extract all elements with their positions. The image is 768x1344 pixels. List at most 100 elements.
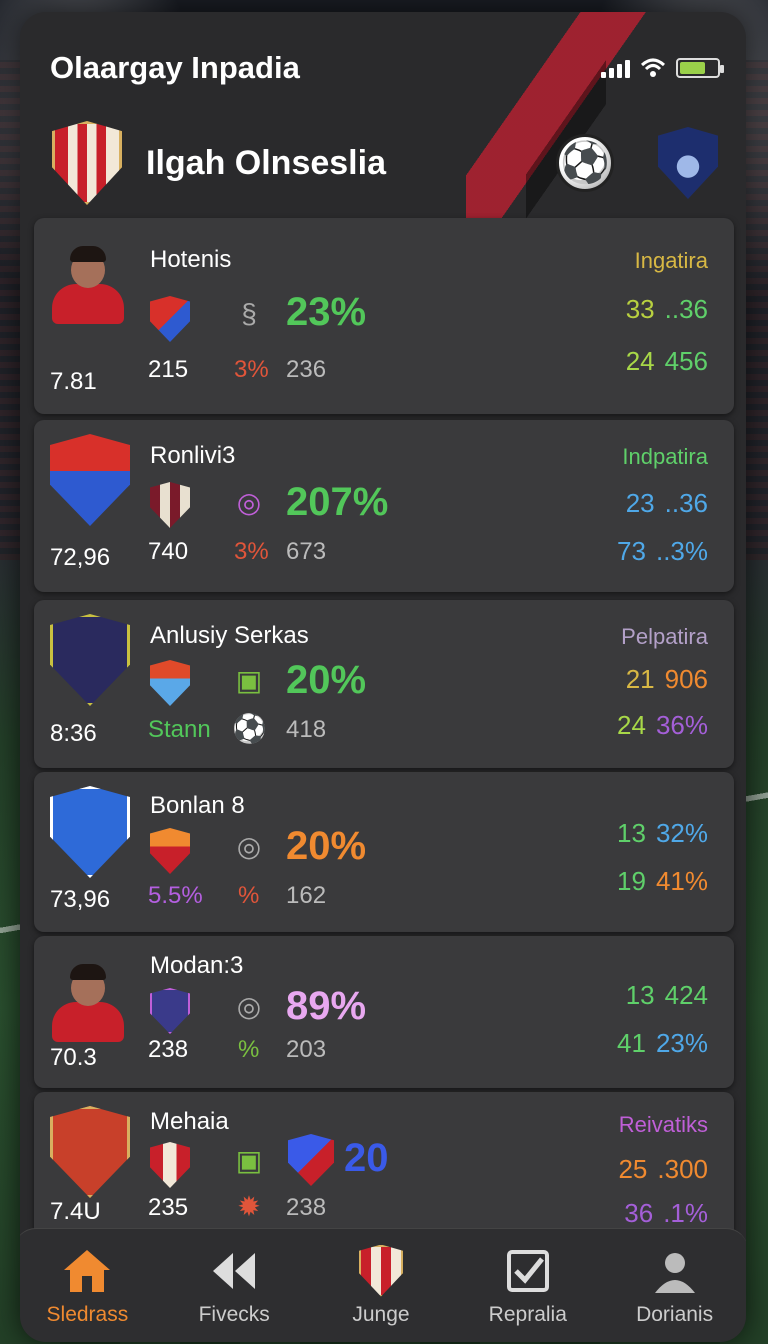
right-stat-a: 36 bbox=[624, 1198, 654, 1228]
home-icon bbox=[62, 1247, 112, 1295]
right-stat-b: ..36 bbox=[664, 294, 708, 324]
stat-value-1: Stann bbox=[148, 716, 211, 743]
nav-item-sledrass[interactable]: Sledrass bbox=[20, 1247, 157, 1327]
nav-item-fivecks[interactable]: Fivecks bbox=[164, 1247, 304, 1327]
player-card[interactable]: 72,96 Ronlivi3 ◎ 207% 740 3% 673 Indpati… bbox=[34, 420, 734, 592]
status-bar: Olaargay Inpadia bbox=[50, 48, 724, 88]
right-stat-row: 21 906 bbox=[626, 664, 708, 695]
stat-value-3: 236 bbox=[286, 356, 327, 383]
stat-percentage: 207% bbox=[286, 480, 389, 524]
stat-icon: § bbox=[241, 298, 257, 329]
right-stat-row: 25 .300 bbox=[618, 1154, 708, 1185]
right-stat-row: 13 32% bbox=[617, 818, 708, 849]
right-stat-a: 23 bbox=[625, 488, 655, 518]
club-badge-icon bbox=[150, 1142, 190, 1188]
club-badge-icon bbox=[150, 660, 190, 706]
stat-value-2: % bbox=[238, 882, 260, 909]
player-name: Bonlan 8 bbox=[150, 792, 245, 819]
right-stat-row: 24 36% bbox=[617, 710, 708, 741]
right-stat-b: ..3% bbox=[655, 536, 708, 566]
stat-icon: ◎ bbox=[236, 991, 262, 1022]
player-avatar bbox=[50, 786, 130, 878]
right-stat-a: 25 bbox=[618, 1154, 648, 1184]
right-stat-row: 41 23% bbox=[617, 1028, 708, 1059]
nav-item-dorianis[interactable]: Dorianis bbox=[605, 1247, 745, 1327]
club-badge-icon bbox=[150, 296, 190, 342]
stat-icon: ◎ bbox=[236, 831, 262, 862]
right-stat-b: .300 bbox=[657, 1154, 708, 1184]
player-avatar bbox=[48, 950, 132, 1042]
right-stat-b: .1% bbox=[663, 1198, 708, 1228]
player-card[interactable]: 7.81 Hotenis § 23% 215 3% 236 Ingatira 3… bbox=[34, 218, 734, 414]
wifi-icon bbox=[640, 58, 666, 77]
player-name: Anlusiy Serkas bbox=[150, 622, 309, 649]
right-stat-row: 23 ..36 bbox=[626, 488, 708, 519]
stat-percentage: 20% bbox=[286, 658, 367, 702]
football-icon: ⚽ bbox=[232, 713, 267, 744]
stat-value-2: % bbox=[238, 1036, 260, 1063]
rewind-icon bbox=[211, 1247, 257, 1295]
player-rating: 7.81 bbox=[50, 368, 97, 395]
user-icon bbox=[653, 1247, 697, 1295]
stat-percentage: 20 bbox=[344, 1136, 389, 1180]
stat-value-1: 215 bbox=[148, 356, 189, 383]
right-stat-a: 19 bbox=[617, 866, 646, 896]
player-name: Mehaia bbox=[150, 1108, 229, 1135]
nav-item-repralia[interactable]: Repralia bbox=[458, 1247, 598, 1327]
club-crest-icon bbox=[358, 1244, 403, 1297]
stat-value-1: 5.5% bbox=[148, 882, 203, 909]
bottom-navigation: Sledrass Fivecks Junge Repralia Dorianis bbox=[20, 1228, 746, 1342]
right-stat-b: 424 bbox=[664, 980, 708, 1010]
right-stat-a: 21 bbox=[625, 664, 655, 694]
right-stat-row: 13 424 bbox=[626, 980, 708, 1011]
right-stat-b: 23% bbox=[655, 1028, 708, 1058]
stat-value-1: 238 bbox=[148, 1036, 189, 1063]
right-stat-b: ..36 bbox=[664, 488, 708, 518]
player-name: Modan:3 bbox=[150, 952, 244, 979]
app-window: Olaargay Inpadia Ilgah Olnseslia ⚽ 7.81 … bbox=[20, 12, 746, 1342]
stat-value-3: 673 bbox=[286, 538, 327, 565]
stat-value-3: 162 bbox=[286, 882, 327, 909]
club-badge-icon bbox=[288, 1134, 334, 1186]
signal-icon bbox=[601, 58, 630, 78]
player-name: Hotenis bbox=[150, 246, 232, 273]
right-stat-row: 24 456 bbox=[626, 346, 708, 377]
stat-value-2: 3% bbox=[234, 538, 269, 565]
stat-value-2: 3% bbox=[234, 356, 269, 383]
right-stat-b: 456 bbox=[664, 346, 708, 376]
right-label: Pelpatira bbox=[621, 624, 708, 649]
home-team-crest-icon bbox=[52, 121, 122, 205]
right-stat-a: 24 bbox=[625, 346, 655, 376]
club-emblem-icon: ✹ bbox=[237, 1191, 261, 1222]
player-rating: 8:36 bbox=[50, 720, 97, 747]
right-label: Indpatira bbox=[622, 444, 708, 469]
right-label: Reivatiks bbox=[618, 1112, 708, 1137]
player-name: Ronlivi3 bbox=[150, 442, 236, 469]
player-card[interactable]: 8:36 Anlusiy Serkas ▣ 20% Stann ⚽ 418 Pe… bbox=[34, 600, 734, 768]
stat-percentage: 20% bbox=[286, 824, 367, 868]
stat-icon: ▣ bbox=[235, 1145, 263, 1176]
player-card[interactable]: 70.3 Modan:3 ◎ 89% 238 % 203 13 424 41 2… bbox=[34, 936, 734, 1088]
player-card[interactable]: 73,96 Bonlan 8 ◎ 20% 5.5% % 162 13 32% 1… bbox=[34, 772, 734, 932]
player-rating: 73,96 bbox=[50, 886, 111, 913]
right-stat-b: 906 bbox=[664, 664, 708, 694]
checkbox-icon bbox=[506, 1247, 550, 1295]
stat-value-3: 418 bbox=[286, 716, 327, 743]
right-stat-row: 73 ..3% bbox=[617, 536, 708, 567]
stat-icon: ▣ bbox=[235, 665, 263, 696]
right-stat-b: 41% bbox=[655, 866, 708, 896]
player-avatar bbox=[50, 1106, 130, 1198]
player-rating: 7.4U bbox=[50, 1198, 101, 1225]
right-stat-a: 24 bbox=[617, 710, 646, 740]
club-badge-icon bbox=[150, 482, 190, 528]
stat-value-1: 235 bbox=[148, 1194, 189, 1221]
stat-percentage: 89% bbox=[286, 984, 367, 1028]
nav-item-junge[interactable]: Junge bbox=[311, 1244, 451, 1327]
status-icons bbox=[601, 57, 724, 79]
match-header[interactable]: Ilgah Olnseslia ⚽ bbox=[52, 108, 718, 218]
player-rating: 70.3 bbox=[50, 1044, 97, 1071]
battery-icon bbox=[676, 58, 724, 78]
player-avatar bbox=[48, 232, 132, 324]
stat-value-3: 238 bbox=[286, 1194, 327, 1221]
app-title: Olaargay Inpadia bbox=[50, 50, 300, 85]
